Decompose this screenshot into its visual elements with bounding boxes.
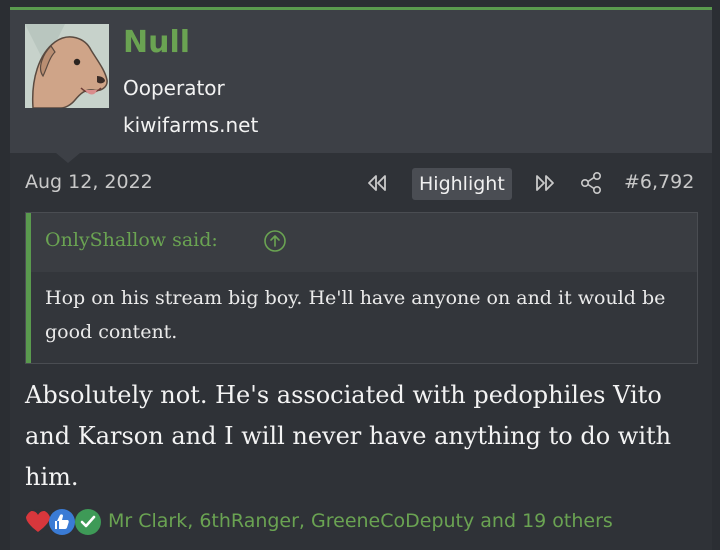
- quote-header: OnlyShallow said:: [31, 213, 697, 272]
- user-header: Null Ooperator kiwifarms.net: [10, 10, 712, 153]
- user-site: kiwifarms.net: [123, 113, 259, 137]
- quote-author-link[interactable]: OnlyShallow said:: [45, 229, 218, 251]
- quote-text: Hop on his stream big boy. He'll have an…: [45, 287, 666, 343]
- next-highlight-icon[interactable]: [533, 171, 557, 195]
- post-container: Null Ooperator kiwifarms.net Aug 12, 202…: [10, 7, 712, 550]
- user-title: Ooperator: [123, 76, 225, 100]
- jump-to-quote-icon[interactable]: [263, 229, 287, 253]
- reaction-users-link[interactable]: Mr Clark, 6thRanger, GreeneCoDeputy and …: [108, 510, 613, 532]
- post-number-link[interactable]: #6,792: [624, 171, 694, 193]
- user-avatar[interactable]: [25, 24, 109, 108]
- username[interactable]: Null: [123, 28, 190, 58]
- check-icon: [75, 509, 101, 535]
- post-body-text: Absolutely not. He's associated with ped…: [25, 381, 672, 491]
- post-date[interactable]: Aug 12, 2022: [25, 171, 153, 193]
- quote-block: OnlyShallow said: Hop on his stream big …: [25, 212, 698, 364]
- heart-icon: [25, 509, 51, 535]
- post-meta-row: Aug 12, 2022 Highlight #6,792: [10, 165, 712, 205]
- dog-avatar-image: [25, 24, 109, 108]
- header-notch: [56, 153, 80, 163]
- like-icon: [49, 509, 75, 535]
- share-icon[interactable]: [580, 171, 602, 195]
- highlight-button[interactable]: Highlight: [412, 168, 512, 200]
- previous-highlight-icon[interactable]: [365, 171, 389, 195]
